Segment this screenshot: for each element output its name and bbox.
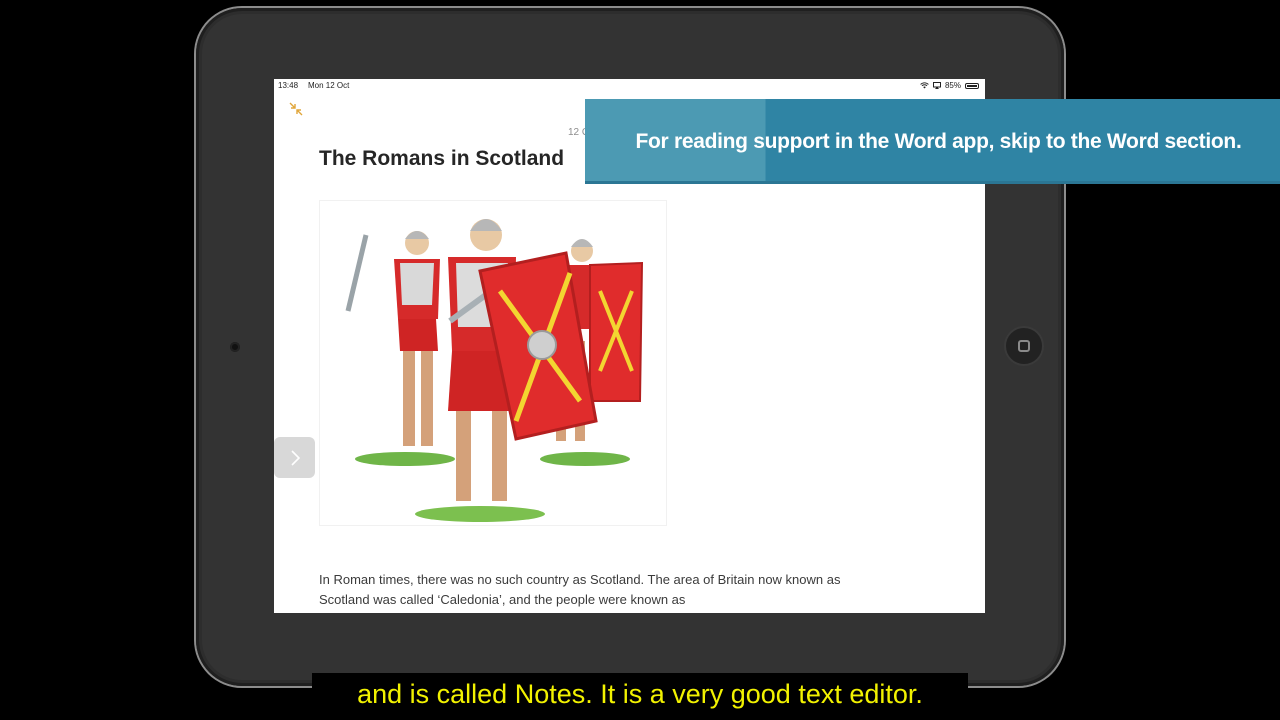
status-date: Mon 12 Oct <box>308 81 350 90</box>
subtitle-text: and is called Notes. It is a very good t… <box>357 679 923 709</box>
chevron-right-icon <box>290 449 300 466</box>
reading-support-banner: For reading support in the Word app, ski… <box>585 99 1280 184</box>
status-time: 13:48 <box>278 81 299 90</box>
battery-percent: 85% <box>944 81 961 90</box>
note-title[interactable]: The Romans in Scotland <box>319 147 564 171</box>
status-bar: 13:48 Mon 12 Oct 85% <box>274 79 985 93</box>
banner-text: For reading support in the Word app, ski… <box>635 129 1242 153</box>
home-button[interactable] <box>1004 326 1044 366</box>
subtitle-box: and is called Notes. It is a very good t… <box>312 673 968 716</box>
status-indicators: 85% <box>920 81 979 90</box>
battery-fill <box>967 84 978 87</box>
collapse-arrows-icon[interactable] <box>288 101 304 117</box>
airplay-icon <box>932 82 941 89</box>
wifi-icon <box>920 82 929 89</box>
note-body-text[interactable]: In Roman times, there was no such countr… <box>319 570 879 610</box>
home-square-icon <box>1018 340 1030 352</box>
video-frame: 13:48 Mon 12 Oct 85% 12 O The Romans in … <box>0 0 1280 720</box>
next-button[interactable] <box>274 437 315 478</box>
roman-soldiers-illustration <box>319 200 667 526</box>
battery-icon <box>965 82 979 89</box>
camera-icon <box>230 342 240 352</box>
roman-soldiers-image <box>345 219 644 522</box>
